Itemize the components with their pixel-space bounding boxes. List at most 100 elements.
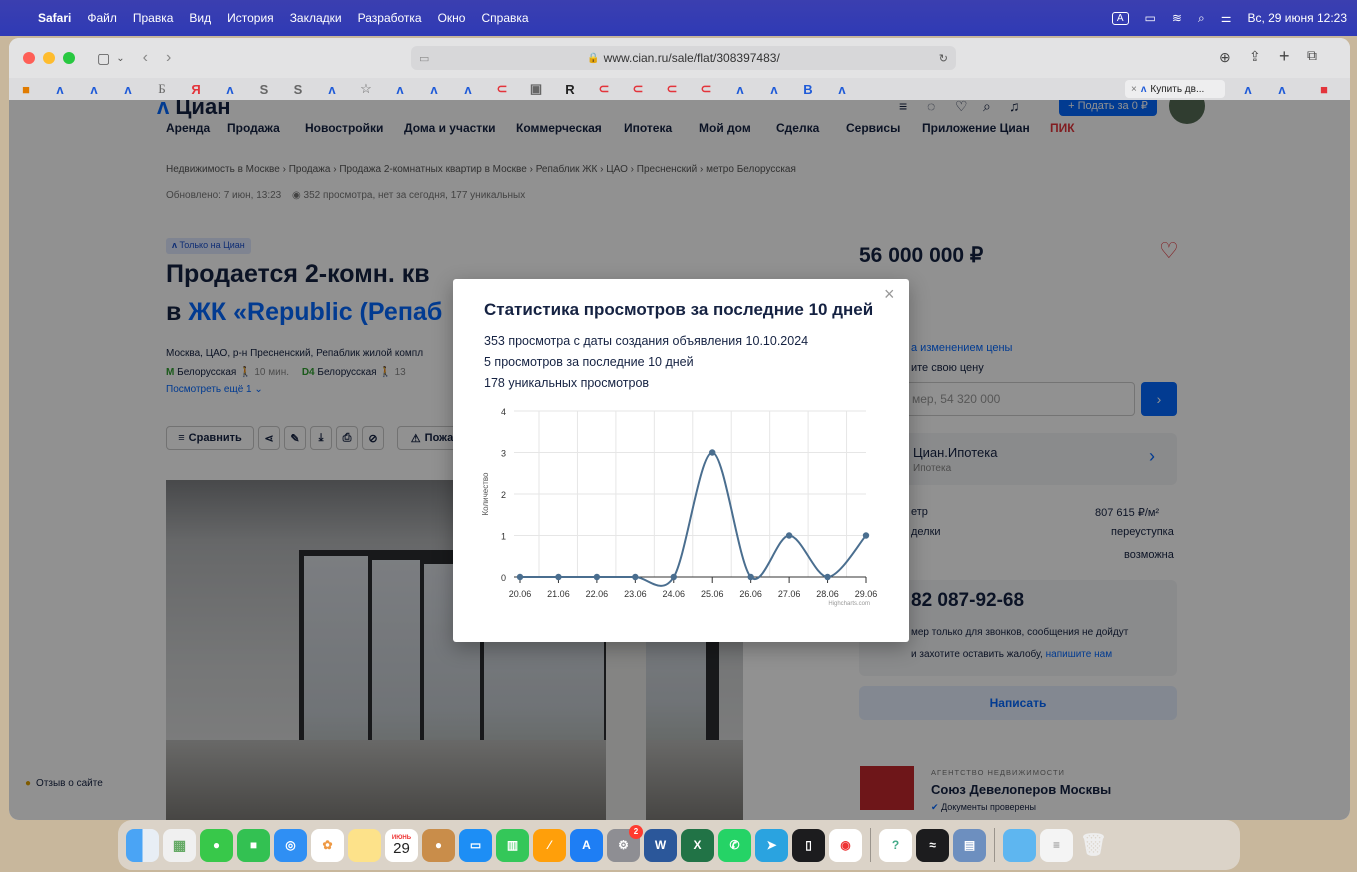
address-bar[interactable]: ▭ 🔒 www.cian.ru/sale/flat/308397483/ ↻ [411, 46, 956, 70]
phone-mirror-icon[interactable]: ▯ [792, 828, 825, 862]
back-icon[interactable]: ‹ [143, 49, 148, 67]
views-stats-modal: Статистика просмотров за последние 10 дн… [453, 279, 909, 642]
notes-icon[interactable] [348, 828, 381, 862]
favorite-c-icon[interactable]: ⊂ [655, 79, 689, 99]
favorite-s-icon[interactable]: S [281, 79, 315, 99]
menu-app-name[interactable]: Safari [38, 11, 71, 25]
favorite-cian-icon[interactable]: ʌ [1265, 79, 1299, 99]
wifi-icon[interactable]: ≋ [1172, 11, 1182, 25]
url-text: www.cian.ru/sale/flat/308397483/ [603, 51, 780, 65]
tips-icon[interactable]: ? [879, 828, 912, 862]
zoom-window-button[interactable] [63, 52, 75, 64]
favorite-b-icon[interactable]: Б [145, 79, 179, 99]
x-tick-label: 21.06 [547, 589, 570, 599]
favorite-cian-icon[interactable]: ʌ [77, 79, 111, 99]
new-tab-icon[interactable]: + [1279, 46, 1290, 67]
menu-item-bookmarks[interactable]: Закладки [290, 11, 342, 25]
menu-item-view[interactable]: Вид [189, 11, 211, 25]
data-point [709, 449, 716, 456]
battery-icon[interactable]: ▭ [1145, 11, 1156, 25]
close-icon[interactable]: × [884, 284, 895, 305]
whatsapp-icon[interactable]: ✆ [718, 828, 751, 862]
safari-icon[interactable]: ◎ [274, 828, 307, 862]
chrome-icon[interactable]: ◉ [829, 828, 862, 862]
tab-overview-icon[interactable]: ⧉ [1307, 47, 1317, 64]
chevron-down-icon[interactable]: ⌄ [116, 53, 124, 64]
trash-icon[interactable]: 🗑 [1077, 829, 1110, 862]
excel-icon[interactable]: X [681, 828, 714, 862]
keynote-icon[interactable]: ▭ [459, 828, 492, 862]
favorite-yandex-icon[interactable]: Я [179, 79, 213, 99]
favorite-cian-icon[interactable]: ʌ [757, 79, 791, 99]
favorite-r-icon[interactable]: R [553, 79, 587, 99]
favorite-cian-icon[interactable]: ʌ [213, 79, 247, 99]
menu-clock[interactable]: Вс, 29 июня 12:23 [1247, 11, 1347, 25]
close-tab-icon[interactable]: × [1131, 84, 1137, 95]
reload-icon[interactable]: ↻ [939, 52, 948, 65]
favorite-star-icon[interactable]: ☆ [349, 79, 383, 99]
close-window-button[interactable] [23, 52, 35, 64]
pages-icon[interactable]: ⁄ [533, 828, 566, 862]
messages-icon[interactable]: ● [200, 828, 233, 862]
facetime-icon[interactable]: ■ [237, 828, 270, 862]
word-icon[interactable]: W [644, 828, 677, 862]
x-tick-label: 26.06 [739, 589, 762, 599]
favorite-cian-icon[interactable]: ʌ [825, 79, 859, 99]
favorite-cian-icon[interactable]: ʌ [315, 79, 349, 99]
documents-stack-icon[interactable]: ≡ [1040, 828, 1073, 862]
x-tick-label: 20.06 [509, 589, 532, 599]
menu-item-edit[interactable]: Правка [133, 11, 174, 25]
favorite-c-icon[interactable]: ⊂ [485, 79, 519, 99]
y-tick-label: 4 [501, 407, 506, 417]
contacts-icon[interactable]: ● [422, 828, 455, 862]
screen-sharing-icon[interactable]: ▤ [953, 828, 986, 862]
menu-item-window[interactable]: Окно [438, 11, 466, 25]
system-settings-icon[interactable]: ⚙ 2 [607, 824, 643, 862]
activity-monitor-icon[interactable]: ≈ [916, 828, 949, 862]
favorite-cian-icon[interactable]: ʌ [43, 79, 77, 99]
finder-icon[interactable] [126, 828, 159, 862]
favorite-b-blue-icon[interactable]: B [791, 79, 825, 99]
launchpad-icon[interactable]: ▦ [163, 828, 196, 862]
forward-icon[interactable]: › [166, 49, 171, 67]
favorite-s-icon[interactable]: S [247, 79, 281, 99]
favorite-c-icon[interactable]: ⊂ [621, 79, 655, 99]
favorite-site-icon[interactable]: ■ [9, 79, 43, 99]
active-tab[interactable]: × ʌ Купить дв... [1125, 80, 1225, 98]
downloads-folder-icon[interactable] [1003, 828, 1036, 862]
minimize-window-button[interactable] [43, 52, 55, 64]
keyboard-layout-indicator[interactable]: A [1111, 11, 1129, 25]
data-point [862, 532, 870, 539]
favorite-cian-icon[interactable]: ʌ [417, 79, 451, 99]
favorite-cian-icon[interactable]: ʌ [451, 79, 485, 99]
data-point [516, 573, 524, 581]
calendar-icon[interactable]: ИЮНЬ 29 [385, 828, 418, 862]
data-point [824, 573, 831, 581]
control-center-icon[interactable]: ⚌ [1221, 11, 1232, 25]
y-tick-label: 3 [501, 449, 506, 459]
favorite-cian-icon[interactable]: ʌ [383, 79, 417, 99]
menu-item-history[interactable]: История [227, 11, 274, 25]
favorite-pdf-icon[interactable]: ■ [1307, 79, 1341, 99]
downloads-icon[interactable]: ⊕ [1219, 49, 1231, 66]
photos-icon[interactable]: ✿ [311, 828, 344, 862]
data-point [785, 532, 793, 539]
menu-item-help[interactable]: Справка [481, 11, 528, 25]
favorite-c-icon[interactable]: ⊂ [689, 79, 723, 99]
numbers-icon[interactable]: ▥ [496, 828, 529, 862]
share-icon[interactable]: ⇪ [1249, 48, 1261, 65]
sidebar-icon[interactable]: ▢ [97, 50, 110, 67]
favorite-c-icon[interactable]: ⊂ [587, 79, 621, 99]
app-store-icon[interactable]: A [570, 828, 603, 862]
spotlight-search-icon[interactable]: ⌕ [1198, 11, 1205, 26]
menu-item-develop[interactable]: Разработка [358, 11, 422, 25]
favorite-g-icon[interactable]: ▣ [519, 79, 553, 99]
menu-item-file[interactable]: Файл [87, 11, 117, 25]
telegram-icon[interactable]: ➤ [755, 828, 788, 862]
data-point [747, 573, 754, 581]
favorite-cian-icon[interactable]: ʌ [1231, 79, 1265, 99]
favorite-cian-icon[interactable]: ʌ [723, 79, 757, 99]
menu-bar: Safari Файл Правка Вид История Закладки … [0, 0, 1357, 36]
favorite-cian-icon[interactable]: ʌ [111, 79, 145, 99]
cian-tab-icon: ʌ [1140, 83, 1147, 95]
